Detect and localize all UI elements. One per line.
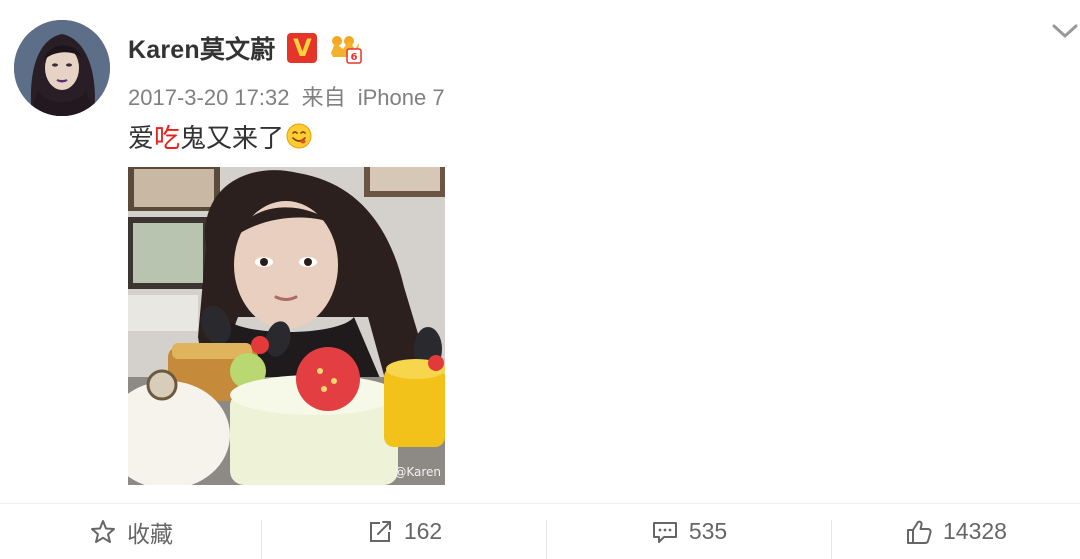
- star-outline-icon: [91, 519, 115, 543]
- like-count: 14328: [943, 518, 1007, 544]
- post-text-after: 鬼又来了: [180, 122, 285, 153]
- vip-crown-icon[interactable]: 6: [329, 31, 363, 65]
- post-timestamp[interactable]: 2017-3-20 17:32: [128, 85, 289, 110]
- post-source-prefix: 来自: [301, 85, 346, 110]
- author-avatar[interactable]: [14, 20, 110, 116]
- comment-count: 535: [688, 518, 728, 544]
- share-arrow-icon: [369, 520, 391, 542]
- image-watermark: @Karen: [394, 465, 441, 479]
- comment-button[interactable]: 535: [547, 504, 831, 559]
- post-photo-illustration: [128, 167, 445, 485]
- post-text-highlight[interactable]: 吃: [154, 118, 180, 155]
- post-source-device: iPhone 7: [357, 85, 445, 110]
- chevron-down-icon[interactable]: [1050, 18, 1080, 44]
- author-name[interactable]: Karen莫文蔚: [128, 30, 275, 66]
- verified-badge-icon[interactable]: V: [287, 33, 318, 63]
- favorite-button[interactable]: 收藏: [0, 504, 262, 559]
- action-bar: 收藏 162 535 14328: [0, 504, 1080, 559]
- repost-count: 162: [403, 518, 443, 544]
- thumbs-up-icon: [907, 520, 932, 544]
- repost-button[interactable]: 162: [262, 504, 546, 559]
- like-button[interactable]: 14328: [832, 504, 1080, 559]
- favorite-label: 收藏: [127, 520, 173, 547]
- post-meta: 2017-3-20 17:32 来自 iPhone 7: [128, 80, 451, 112]
- author-row: Karen莫文蔚 V 6: [128, 28, 363, 68]
- svg-text:6: 6: [351, 52, 358, 63]
- post-image[interactable]: @Karen: [128, 167, 445, 485]
- avatar-portrait: [14, 20, 110, 116]
- weibo-post: Karen莫文蔚 V 6 2017-3-20 17:32 来自 iPhone 7…: [0, 0, 1080, 559]
- smiling-yum-emoji-icon: [286, 123, 312, 149]
- comment-icon: [652, 521, 677, 543]
- post-text-before: 爱: [128, 122, 155, 153]
- post-text: 爱 吃 鬼又来了: [128, 119, 312, 153]
